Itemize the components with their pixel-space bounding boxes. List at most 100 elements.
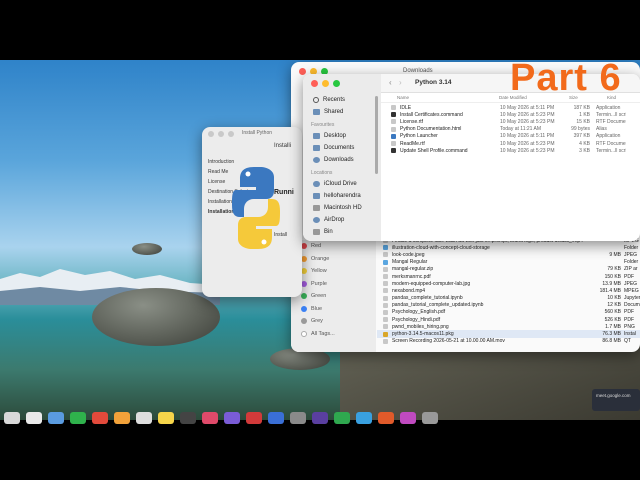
table-row[interactable]: Python Documentation.html Today at 11:21 … xyxy=(381,126,640,133)
back-arrow-icon[interactable]: ‹ xyxy=(389,78,392,87)
trash-icon xyxy=(313,229,320,235)
finder-sidebar: Recents Shared Favourites Desktop Docume… xyxy=(303,74,381,241)
dock-app-icon[interactable] xyxy=(422,412,438,424)
finder-window-controls[interactable] xyxy=(311,80,340,87)
list-item[interactable]: illustration-cloud-with-concept-cloud-st… xyxy=(377,244,640,251)
sidebar-item-downloads[interactable]: Downloads xyxy=(303,154,381,166)
table-row[interactable]: ReadMe.rtf 10 May 2026 at 5:23 PM 4 KB RTF … xyxy=(381,140,640,147)
list-item[interactable]: mangal-regular.zip 79 KB ZIP ar xyxy=(377,266,640,273)
list-item[interactable]: Screen Recording 2026-05-21 at 10.00.00 … xyxy=(377,338,640,345)
dock-app-icon[interactable] xyxy=(312,412,328,424)
desktop-icon xyxy=(313,133,320,139)
terminal-icon xyxy=(391,148,396,154)
minimize-button[interactable] xyxy=(322,80,329,87)
sidebar-item-user[interactable]: helloharendra xyxy=(303,190,381,202)
list-item[interactable]: Mangal Regular Folder xyxy=(377,259,640,266)
sidebar-item-airdrop[interactable]: AirDrop xyxy=(303,214,381,226)
list-item[interactable]: Psychology_English.pdf 560 KB PDF xyxy=(377,309,640,316)
dock-app-icon[interactable] xyxy=(400,412,416,424)
sidebar-item-shared[interactable]: Shared xyxy=(303,106,381,118)
list-item[interactable]: pandas_tutorial_complete_updated.ipynb 12… xyxy=(377,302,640,309)
dock-photos-icon[interactable] xyxy=(114,412,130,424)
rtf-document-icon xyxy=(391,119,396,125)
dock-music-icon[interactable] xyxy=(202,412,218,424)
list-item[interactable]: look-code.jpeg 9 MB JPEG xyxy=(377,251,640,258)
list-item[interactable]: pwnd_mobiles_hiring.png 1.7 MB PNG xyxy=(377,323,640,330)
airdrop-icon xyxy=(313,217,320,223)
sidebar-item-macintosh-hd[interactable]: Macintosh HD xyxy=(303,202,381,214)
notification-toast[interactable]: meet.google.com xyxy=(592,389,640,411)
column-name[interactable]: Name xyxy=(397,95,409,100)
sidebar-scrollbar[interactable] xyxy=(375,96,378,174)
close-button[interactable] xyxy=(311,80,318,87)
tag-blue[interactable]: Blue xyxy=(291,303,376,316)
terminal-icon xyxy=(391,112,396,118)
table-row[interactable]: Update Shell Profile.command 10 May 2026 … xyxy=(381,147,640,154)
zoom-button[interactable] xyxy=(228,131,234,137)
folder-icon xyxy=(383,245,388,251)
tag-red[interactable]: Red xyxy=(291,240,376,253)
tag-green[interactable]: Green xyxy=(291,290,376,303)
favourites-header: Favourites xyxy=(311,122,335,128)
dock-safari-icon[interactable] xyxy=(48,412,64,424)
sidebar-item-recents[interactable]: Recents xyxy=(303,94,381,106)
zoom-button[interactable] xyxy=(333,80,340,87)
green-dot-icon xyxy=(301,293,307,300)
close-button[interactable] xyxy=(208,131,214,137)
finder-window-title: Python 3.14 xyxy=(415,79,452,86)
dock-calendar-icon[interactable] xyxy=(136,412,152,424)
dock-terminal-icon[interactable] xyxy=(180,412,196,424)
sidebar-item-icloud[interactable]: iCloud Drive xyxy=(303,178,381,190)
tag-grey[interactable]: Grey xyxy=(291,315,376,328)
dock-podcasts-icon[interactable] xyxy=(224,412,240,424)
minimize-button[interactable] xyxy=(218,131,224,137)
locations-header: Locations xyxy=(311,170,333,176)
table-row[interactable]: License.rtf 10 May 2026 at 5:23 PM 15 KB RT… xyxy=(381,118,640,125)
boulder-small xyxy=(132,243,162,255)
tag-all[interactable]: All Tags... xyxy=(291,328,376,341)
installer-status: Runni xyxy=(274,189,294,196)
list-item[interactable]: merksmanrnc.pdf 150 KB PDF xyxy=(377,273,640,280)
zip-file-icon xyxy=(383,266,388,272)
table-row[interactable]: Install Certificates.command 10 May 2026 … xyxy=(381,111,640,118)
dock-app-icon[interactable] xyxy=(334,412,350,424)
tag-yellow[interactable]: Yellow xyxy=(291,265,376,278)
image-file-icon xyxy=(383,281,388,287)
video-file-icon xyxy=(383,338,388,344)
sidebar-item-desktop[interactable]: Desktop xyxy=(303,130,381,142)
dock-app-icon[interactable] xyxy=(356,412,372,424)
tag-purple[interactable]: Purple xyxy=(291,278,376,291)
table-row[interactable]: IDLE 10 May 2026 at 5:11 PM 187 KB Applicat… xyxy=(381,104,640,111)
dock-finder-icon[interactable] xyxy=(4,412,20,424)
rtf-document-icon xyxy=(391,141,396,147)
table-row[interactable]: Python Launcher 10 May 2026 at 5:11 PM 397… xyxy=(381,133,640,140)
notebook-file-icon xyxy=(383,302,388,308)
dock-notes-icon[interactable] xyxy=(158,412,174,424)
dock-mail-icon[interactable] xyxy=(92,412,108,424)
list-item[interactable]: modern-equipped-computer-lab.jpg 13.9 MB J… xyxy=(377,280,640,287)
image-file-icon xyxy=(383,324,388,330)
download-icon xyxy=(313,157,320,163)
dock-appstore-icon[interactable] xyxy=(268,412,284,424)
python-installer-window[interactable]: Install Python Introduction Read Me Lice… xyxy=(202,127,302,297)
dock-app-icon[interactable] xyxy=(378,412,394,424)
dock-launchpad-icon[interactable] xyxy=(26,412,42,424)
forward-arrow-icon[interactable]: › xyxy=(399,78,402,87)
dock-settings-icon[interactable] xyxy=(290,412,306,424)
package-icon xyxy=(383,331,388,337)
python-launcher-icon xyxy=(391,133,396,139)
dock-messages-icon[interactable] xyxy=(70,412,86,424)
clock-icon xyxy=(313,97,319,103)
tag-orange[interactable]: Orange xyxy=(291,253,376,266)
list-item[interactable]: Psychology_Hindi.pdf 526 KB PDF xyxy=(377,316,640,323)
list-item[interactable]: nexabond.mp4 181.4 MB MPEG xyxy=(377,287,640,294)
list-item-selected[interactable]: python-3.14.5-macos11.pkg 76.3 MB Instal xyxy=(377,330,640,338)
sidebar-tags: Red Orange Yellow Purple Green Blue Grey… xyxy=(291,240,376,352)
sidebar-item-documents[interactable]: Documents xyxy=(303,142,381,154)
list-item[interactable]: pandas_complete_tutorial.ipynb 10 KB Jupyt… xyxy=(377,295,640,302)
downloads-file-list: I made a complete face wash ad with just… xyxy=(377,237,640,345)
sidebar-item-bin[interactable]: Bin xyxy=(303,226,381,238)
document-icon xyxy=(313,145,320,151)
dock-news-icon[interactable] xyxy=(246,412,262,424)
installer-window-controls[interactable] xyxy=(208,131,234,137)
